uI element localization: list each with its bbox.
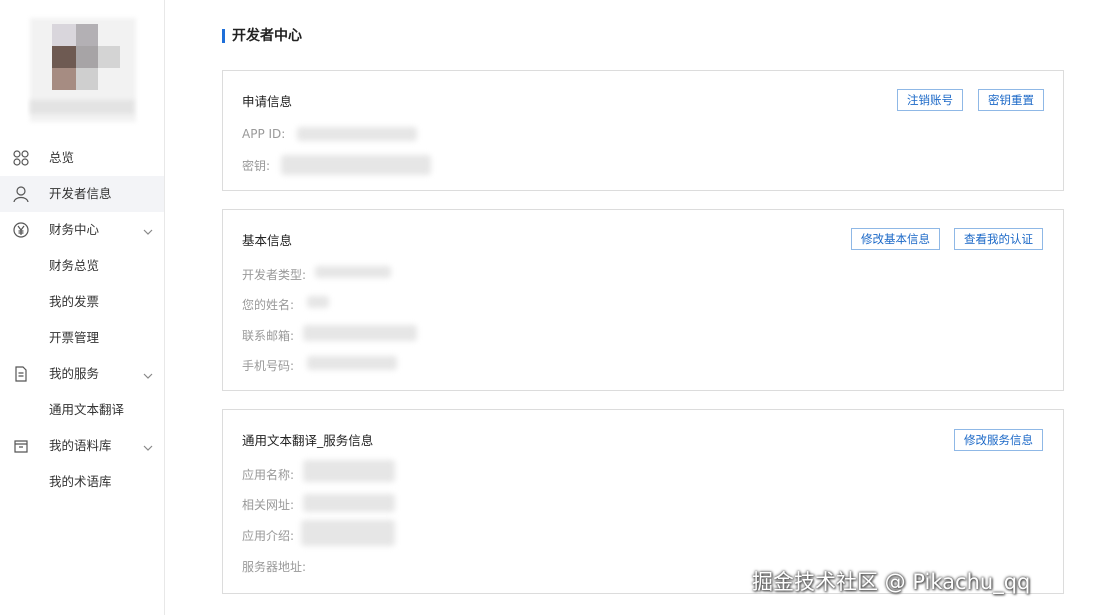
sidebar-item-label: 财务中心 — [49, 222, 100, 237]
developer-type-label: 开发者类型: — [242, 268, 307, 282]
email-label: 联系邮箱: — [242, 329, 295, 343]
card-title: 申请信息 — [242, 94, 293, 109]
sidebar-item-label: 我的语料库 — [49, 438, 112, 453]
chevron-down-icon[interactable] — [142, 441, 154, 451]
app-id-label: APP ID: — [242, 127, 286, 141]
main-content: 开发者中心 申请信息 注销账号 密钥重置 APP ID: 密钥: 基本信息 修改… — [164, 0, 1098, 615]
sidebar-item-developer-info[interactable]: 开发者信息 — [0, 176, 164, 212]
sidebar-item-label: 通用文本翻译 — [49, 402, 125, 417]
sidebar-menu: 总览 开发者信息 财务中心 财务总览 我的发票 开票管理 我的服务 通用文本翻译… — [0, 140, 164, 500]
app-name-label: 应用名称: — [242, 468, 295, 482]
sidebar-item-invoice-management[interactable]: 开票管理 — [0, 320, 164, 356]
redacted-value — [303, 325, 417, 341]
avatar[interactable] — [30, 18, 136, 122]
grid-icon — [12, 150, 30, 166]
basic-info-card: 基本信息 修改基本信息 查看我的认证 开发者类型: 您的姓名: 联系邮箱: 手机… — [222, 209, 1064, 391]
redacted-value — [281, 155, 431, 175]
yen-icon — [12, 222, 30, 238]
sidebar-item-label: 我的术语库 — [49, 474, 112, 489]
page-title: 开发者中心 — [222, 27, 302, 45]
server-address-label: 服务器地址: — [242, 560, 307, 574]
sidebar-item-label: 财务总览 — [49, 258, 100, 273]
phone-label: 手机号码: — [242, 359, 295, 373]
card-title: 通用文本翻译_服务信息 — [242, 433, 374, 448]
sidebar-item-finance-overview[interactable]: 财务总览 — [0, 248, 164, 284]
sidebar-item-my-corpus[interactable]: 我的语料库 — [0, 428, 164, 464]
app-description-label: 应用介绍: — [242, 529, 295, 543]
edit-basic-info-button[interactable]: 修改基本信息 — [851, 228, 940, 250]
sidebar-item-label: 总览 — [49, 150, 75, 165]
sidebar-item-label: 开票管理 — [49, 330, 100, 345]
cancel-account-button[interactable]: 注销账号 — [897, 89, 963, 111]
package-icon — [12, 438, 30, 454]
sidebar-item-finance-center[interactable]: 财务中心 — [0, 212, 164, 248]
redacted-value — [303, 494, 395, 512]
sidebar-item-label: 我的发票 — [49, 294, 100, 309]
redacted-value — [315, 266, 391, 278]
sidebar-item-label: 开发者信息 — [49, 186, 112, 201]
sidebar-item-my-services[interactable]: 我的服务 — [0, 356, 164, 392]
sidebar-item-my-termbase[interactable]: 我的术语库 — [0, 464, 164, 500]
redacted-value — [297, 127, 417, 141]
view-certification-button[interactable]: 查看我的认证 — [954, 228, 1043, 250]
sidebar: 总览 开发者信息 财务中心 财务总览 我的发票 开票管理 我的服务 通用文本翻译… — [0, 0, 165, 615]
edit-service-info-button[interactable]: 修改服务信息 — [954, 429, 1043, 451]
application-info-card: 申请信息 注销账号 密钥重置 APP ID: 密钥: — [222, 70, 1064, 191]
redacted-value — [307, 356, 397, 370]
redacted-value — [301, 520, 395, 546]
chevron-down-icon[interactable] — [142, 369, 154, 379]
redacted-value — [303, 460, 395, 482]
document-icon — [12, 366, 30, 382]
card-title: 基本信息 — [242, 233, 293, 248]
sidebar-item-my-invoices[interactable]: 我的发票 — [0, 284, 164, 320]
name-label: 您的姓名: — [242, 298, 295, 312]
secret-key-label: 密钥: — [242, 159, 271, 173]
user-icon — [12, 186, 30, 203]
watermark: 掘金技术社区 @ Pikachu_qq — [752, 570, 1031, 594]
reset-key-button[interactable]: 密钥重置 — [978, 89, 1044, 111]
sidebar-item-general-translation[interactable]: 通用文本翻译 — [0, 392, 164, 428]
redacted-value — [307, 296, 329, 308]
sidebar-item-overview[interactable]: 总览 — [0, 140, 164, 176]
chevron-down-icon[interactable] — [142, 225, 154, 235]
related-url-label: 相关网址: — [242, 498, 295, 512]
sidebar-item-label: 我的服务 — [49, 366, 100, 381]
